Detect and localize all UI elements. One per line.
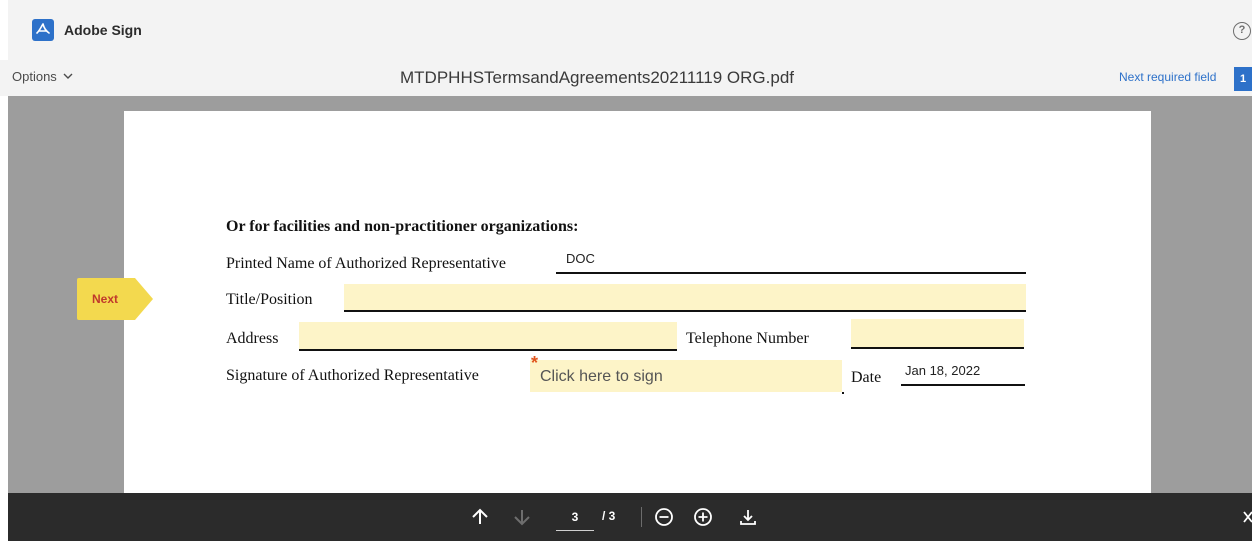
date-field[interactable]: Jan 18, 2022: [905, 363, 980, 378]
options-menu-button[interactable]: Options: [12, 69, 73, 84]
close-icon[interactable]: [1242, 509, 1252, 525]
telephone-underline: [851, 347, 1024, 349]
next-page-icon[interactable]: [512, 507, 532, 527]
options-bar: Options MTDPHHSTermsandAgreements2021111…: [0, 60, 1252, 96]
document-title: MTDPHHSTermsandAgreements20211119 ORG.pd…: [400, 68, 795, 87]
document-page: Or for facilities and non-practitioner o…: [124, 111, 1151, 493]
printed-name-underline: [556, 272, 1026, 274]
title-position-label: Title/Position: [226, 291, 313, 308]
required-star-icon: *: [531, 353, 539, 373]
bottom-toolbar: 3 / 3: [0, 493, 1252, 541]
signature-label: Signature of Authorized Representative: [226, 367, 479, 384]
zoom-out-icon[interactable]: [654, 507, 674, 527]
next-tag-label: Next: [92, 292, 119, 306]
next-required-field-link[interactable]: Next required field: [1119, 70, 1216, 84]
section-heading: Or for facilities and non-practitioner o…: [226, 218, 579, 235]
address-label: Address: [226, 330, 279, 347]
options-label: Options: [12, 69, 57, 84]
page-number-input[interactable]: 3: [556, 509, 594, 531]
telephone-field[interactable]: [851, 319, 1024, 347]
printed-name-label: Printed Name of Authorized Representativ…: [226, 255, 506, 272]
brand: Adobe Sign: [32, 19, 142, 41]
download-icon[interactable]: [738, 507, 758, 527]
date-label: Date: [851, 369, 882, 386]
title-position-underline: [344, 310, 1026, 312]
help-icon[interactable]: ?: [1233, 22, 1251, 40]
signature-underline: [842, 392, 844, 394]
chevron-down-icon: [63, 73, 73, 79]
date-underline: [901, 384, 1025, 386]
toolbar-divider: [641, 507, 642, 527]
app-name: Adobe Sign: [64, 22, 142, 38]
adobe-sign-logo-icon: [32, 19, 54, 41]
address-underline: [299, 349, 677, 351]
telephone-label: Telephone Number: [686, 330, 809, 347]
signature-field[interactable]: * Click here to sign: [530, 353, 842, 392]
title-position-field[interactable]: [344, 284, 1026, 310]
zoom-in-icon[interactable]: [693, 507, 713, 527]
page-total: / 3: [602, 509, 616, 523]
address-field[interactable]: [299, 322, 677, 349]
signature-placeholder: Click here to sign: [540, 368, 663, 385]
required-field-count-badge[interactable]: 1: [1234, 67, 1252, 91]
previous-page-icon[interactable]: [470, 507, 490, 527]
app-header: Adobe Sign ?: [0, 0, 1252, 60]
printed-name-field[interactable]: DOC: [566, 251, 595, 266]
